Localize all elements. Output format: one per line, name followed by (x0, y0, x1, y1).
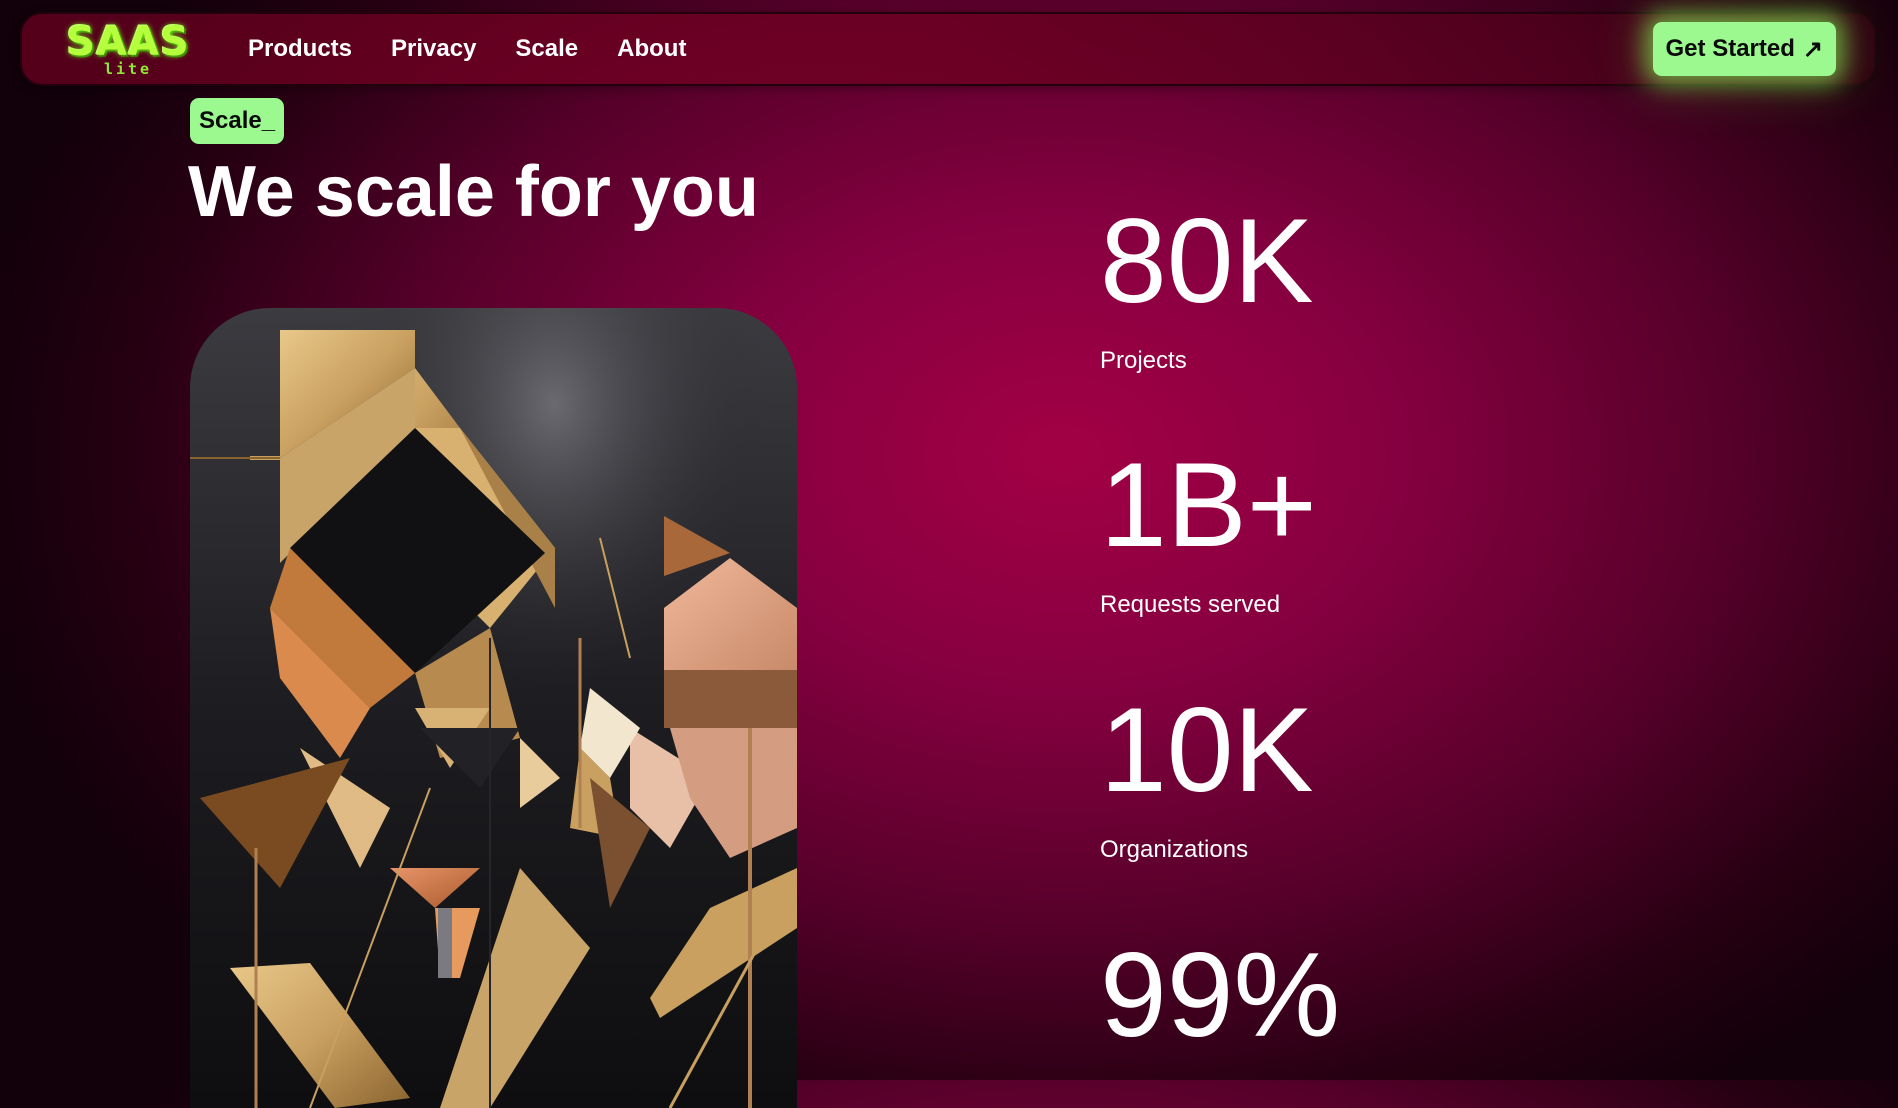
arrow-up-right-icon: ↗ (1802, 35, 1823, 63)
get-started-button[interactable]: Get Started ↗ (1652, 22, 1836, 76)
hero-artwork (190, 308, 797, 1108)
get-started-label: Get Started (1665, 35, 1795, 62)
stat-requests: 1B+ Requests served (1100, 440, 1317, 620)
stat-value: 1B+ (1100, 438, 1317, 572)
stat-label: Requests served (1100, 591, 1281, 618)
logo[interactable]: SAAS lite (60, 20, 196, 80)
nav-link-about[interactable]: About (617, 35, 686, 63)
logo-subtext: lite (103, 60, 153, 78)
geometric-art-image (190, 308, 797, 1108)
logo-text: SAAS (66, 19, 190, 65)
section-tag: Scale_ (190, 98, 285, 144)
stat-value: 10K (1100, 683, 1314, 817)
stat-projects: 80K Projects (1100, 196, 1314, 376)
nav-link-scale[interactable]: Scale (515, 35, 578, 63)
nav-links: Products Privacy Scale About (248, 14, 725, 84)
stat-uptime: 99% (1100, 930, 1340, 1060)
stat-label: Organizations (1100, 836, 1249, 863)
stat-value: 99% (1100, 928, 1341, 1062)
navbar: SAAS lite Products Privacy Scale About G… (20, 12, 1876, 86)
hero-headline: We scale for you (188, 152, 759, 232)
stat-value: 80K (1100, 194, 1314, 328)
stat-label: Projects (1100, 347, 1187, 374)
stat-organizations: 10K Organizations (1100, 685, 1314, 865)
nav-link-privacy[interactable]: Privacy (391, 35, 476, 63)
nav-link-products[interactable]: Products (248, 35, 352, 63)
